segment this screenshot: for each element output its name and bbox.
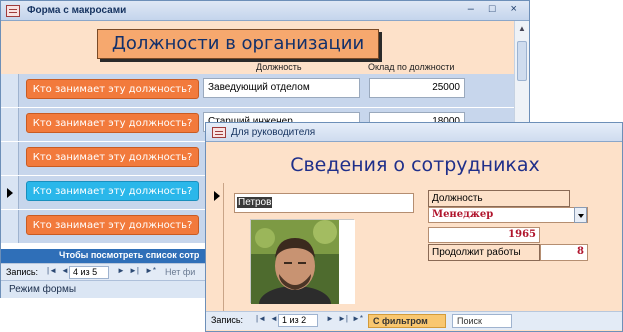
current-record-selector[interactable]: [1, 176, 19, 209]
current-record-selector[interactable]: [212, 183, 224, 329]
salary-field[interactable]: 25000: [369, 78, 465, 98]
page-title: Должности в организации: [111, 33, 365, 54]
last-record-icon[interactable]: ►|: [338, 314, 348, 323]
manager-form-titlebar[interactable]: Для руководителя: [206, 123, 622, 142]
position-label: Должность: [428, 190, 570, 207]
continue-work-field[interactable]: 8: [540, 244, 588, 261]
record-navigation-bar: Запись: |◄ ◄ 1 из 2 ► ►| ►* С фильтром П…: [206, 311, 622, 330]
position-value: Менеджер: [432, 209, 494, 220]
footer-hint: Чтобы посмотреть список сотр: [59, 250, 200, 260]
view-mode: Режим формы: [9, 284, 77, 295]
birth-year-field[interactable]: 1965: [428, 227, 540, 243]
first-record-icon[interactable]: |◄: [256, 314, 266, 323]
macro-form-titlebar[interactable]: Форма с макросами – □ ×: [1, 1, 529, 21]
first-record-icon[interactable]: |◄: [47, 266, 57, 275]
form-icon: [212, 127, 226, 138]
search-input[interactable]: Поиск: [452, 314, 512, 328]
scroll-up-icon[interactable]: ▲: [518, 24, 526, 33]
macro-form-title: Форма с макросами: [27, 5, 127, 16]
record-label: Запись:: [211, 315, 244, 325]
filter-status[interactable]: Нет фи: [165, 267, 195, 277]
record-selector[interactable]: [1, 210, 19, 243]
employee-name-field[interactable]: Петров: [234, 193, 414, 213]
record-selector[interactable]: [1, 142, 19, 175]
who-holds-position-button[interactable]: Кто занимает эту должность?: [26, 147, 199, 167]
column-header-salary: Оклад по должности: [368, 62, 455, 72]
scroll-thumb[interactable]: [517, 41, 527, 81]
next-record-icon[interactable]: ►: [117, 266, 125, 275]
employee-photo: [250, 219, 355, 304]
prev-record-icon[interactable]: ◄: [270, 314, 278, 323]
record-label: Запись:: [6, 267, 39, 277]
continue-work-label: Продолжит работы: [428, 244, 540, 261]
employee-photo-image: [251, 220, 355, 304]
chevron-down-icon[interactable]: [574, 207, 587, 223]
who-holds-position-button[interactable]: Кто занимает эту должность?: [26, 181, 199, 201]
table-row: Кто занимает эту должность? Заведующий о…: [1, 74, 515, 108]
window-controls[interactable]: – □ ×: [468, 3, 523, 15]
employee-info-title: Сведения о сотрудниках: [290, 154, 540, 176]
new-record-icon[interactable]: ►*: [352, 314, 363, 323]
column-header-position: Должность: [256, 62, 302, 72]
next-record-icon[interactable]: ►: [326, 314, 334, 323]
who-holds-position-button[interactable]: Кто занимает эту должность?: [26, 215, 199, 235]
form-icon: [6, 5, 20, 17]
record-selector[interactable]: [1, 74, 19, 107]
employee-name: Петров: [237, 197, 273, 208]
who-holds-position-button[interactable]: Кто занимает эту должность?: [26, 113, 199, 133]
manager-form-title: Для руководителя: [231, 127, 316, 138]
manager-form-window: Для руководителя Сведения о сотрудниках …: [205, 122, 623, 332]
prev-record-icon[interactable]: ◄: [61, 266, 69, 275]
position-field[interactable]: Заведующий отделом: [203, 78, 360, 98]
record-selector[interactable]: [1, 108, 19, 141]
position-combobox[interactable]: Менеджер: [428, 207, 588, 223]
last-record-icon[interactable]: ►|: [129, 266, 139, 275]
record-counter[interactable]: 4 из 5: [69, 266, 109, 279]
record-counter[interactable]: 1 из 2: [278, 314, 318, 327]
new-record-icon[interactable]: ►*: [145, 266, 156, 275]
page-title-box: Должности в организации: [97, 29, 379, 59]
filter-toggle-button[interactable]: С фильтром: [368, 314, 446, 328]
who-holds-position-button[interactable]: Кто занимает эту должность?: [26, 79, 199, 99]
